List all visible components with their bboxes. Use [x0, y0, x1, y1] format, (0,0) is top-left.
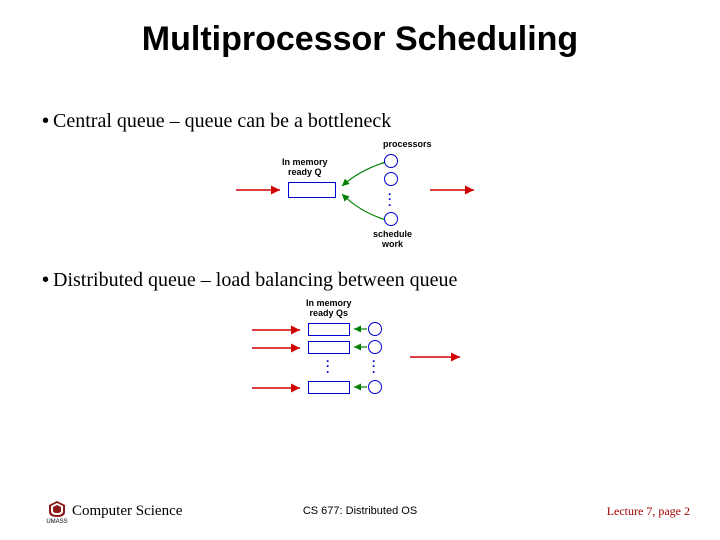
course-label: CS 677: Distributed OS — [303, 505, 417, 517]
bullet-text: Central queue – queue can be a bottlenec… — [53, 109, 391, 134]
bullet-dot: • — [42, 109, 49, 133]
label-schedule-work: schedule work — [373, 230, 412, 250]
slide-title: Multiprocessor Scheduling — [0, 0, 720, 59]
bullet-central-queue: • Central queue – queue can be a bottlen… — [42, 109, 690, 134]
processor-node — [384, 212, 398, 226]
bullet-distributed-queue: • Distributed queue – load balancing bet… — [42, 268, 690, 293]
slide-footer: UMASS Computer Science CS 677: Distribut… — [0, 500, 720, 522]
umass-logo: UMASS — [46, 500, 68, 522]
label-line: work — [382, 239, 403, 249]
bullet-text: Distributed queue – load balancing betwe… — [53, 268, 457, 293]
label-line: schedule — [373, 229, 412, 239]
diagram-central-queue: processors In memory ready Q ··· — [0, 134, 720, 250]
bullet-dot: • — [42, 268, 49, 292]
diagram-svg — [230, 140, 490, 250]
department-label: Computer Science — [72, 503, 182, 520]
processor-node — [384, 154, 398, 168]
page-indicator: Lecture 7, page 2 — [607, 504, 690, 519]
diagram-svg — [230, 297, 490, 427]
vertical-dots: ··· — [388, 192, 392, 208]
diagram-distributed-queue: In memory ready Qs ··· ··· — [0, 293, 720, 427]
umass-text: UMASS — [46, 519, 68, 525]
processor-node — [384, 172, 398, 186]
